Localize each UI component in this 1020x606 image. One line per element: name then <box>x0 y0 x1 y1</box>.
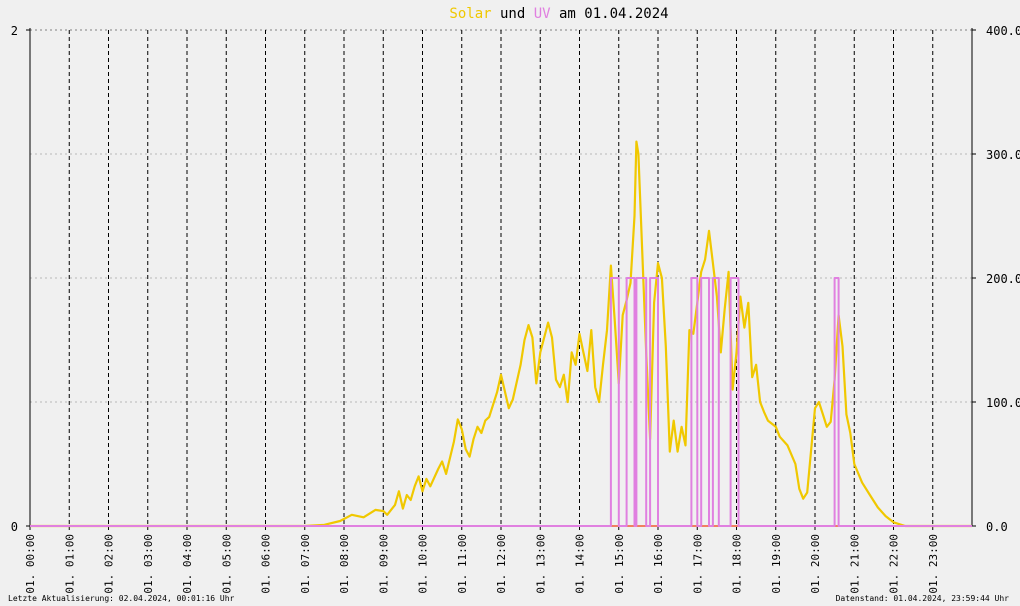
left-tick-label: 0 <box>11 520 18 534</box>
x-tick-label: 01. 14:00 <box>574 534 587 594</box>
x-tick-label: 01. 06:00 <box>260 534 273 594</box>
title-solar: Solar <box>449 6 491 22</box>
x-tick-label: 01. 16:00 <box>652 534 665 594</box>
x-tick-label: 01. 00:00 <box>24 534 37 594</box>
x-tick-label: 01. 08:00 <box>338 534 351 594</box>
x-tick-label: 01. 17:00 <box>691 534 704 594</box>
x-tick-label: 01. 11:00 <box>456 534 469 594</box>
chart-title: Solar und UV am 01.04.2024 <box>449 6 668 22</box>
footer-data-status: Datenstand: 01.04.2024, 23:59:44 Uhr <box>836 594 1010 603</box>
title-und: und <box>492 6 534 22</box>
x-tick-label: 01. 18:00 <box>731 534 744 594</box>
tick-labels: 0 2 0.0 100.0 200.0 300.0 400.0 01. 00:00 01. 01… <box>11 24 1020 594</box>
right-tick-label: 0.0 <box>986 520 1008 534</box>
grid <box>30 29 972 526</box>
x-tick-label: 01. 03:00 <box>142 534 155 594</box>
x-tick-label: 01. 01:00 <box>63 534 76 594</box>
chart-root: Solar und UV am 01.04.2024 0 2 0.0 100.0 200… <box>0 0 1020 606</box>
x-tick-label: 01. 02:00 <box>103 534 116 594</box>
x-tick-label: 01. 15:00 <box>613 534 626 594</box>
x-tick-label: 01. 04:00 <box>181 534 194 594</box>
left-tick-label: 2 <box>11 24 18 38</box>
x-tick-label: 01. 22:00 <box>888 534 901 594</box>
x-tick-label: 01. 12:00 <box>495 534 508 594</box>
x-tick-label: 01. 10:00 <box>417 534 430 594</box>
title-uv: UV <box>534 6 551 22</box>
x-tick-label: 01. 23:00 <box>927 534 940 594</box>
x-tick-label: 01. 13:00 <box>534 534 547 594</box>
right-tick-label: 200.0 <box>986 272 1020 286</box>
right-tick-label: 400.0 <box>986 24 1020 38</box>
x-tick-label: 01. 05:00 <box>220 534 233 594</box>
x-tick-label: 01. 21:00 <box>848 534 861 594</box>
right-tick-label: 300.0 <box>986 148 1020 162</box>
title-date: am 01.04.2024 <box>551 6 669 22</box>
chart-svg: Solar und UV am 01.04.2024 0 2 0.0 100.0 200… <box>8 6 1020 603</box>
x-tick-label: 01. 07:00 <box>299 534 312 594</box>
right-tick-label: 100.0 <box>986 396 1020 410</box>
footer-last-update: Letzte Aktualisierung: 02.04.2024, 00:01… <box>8 594 235 603</box>
x-tick-label: 01. 20:00 <box>809 534 822 594</box>
x-tick-label: 01. 19:00 <box>770 534 783 594</box>
x-tick-label: 01. 09:00 <box>377 534 390 594</box>
